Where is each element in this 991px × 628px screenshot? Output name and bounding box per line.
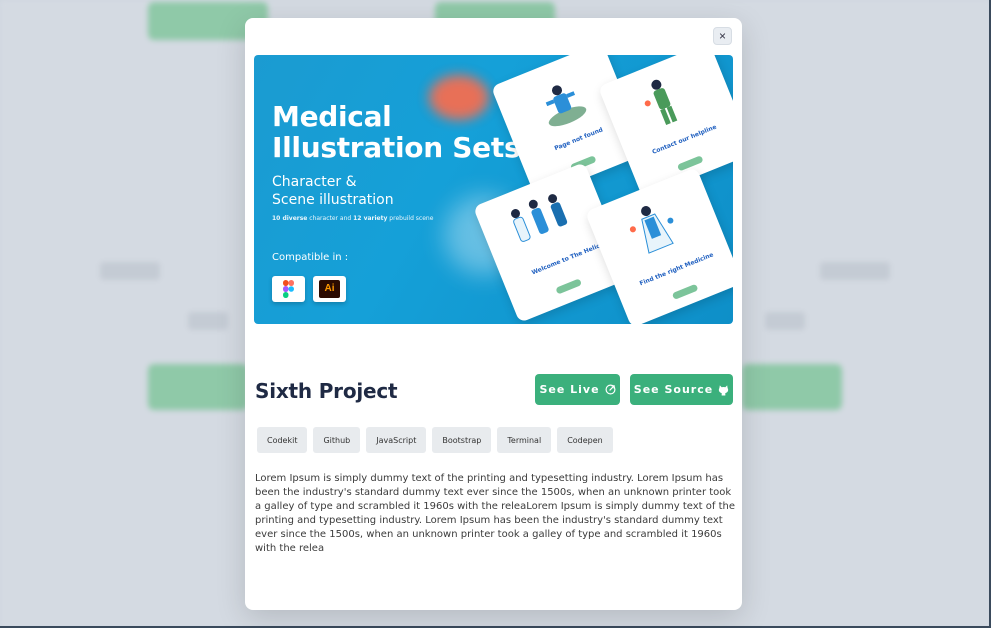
see-live-button[interactable]: See Live	[535, 374, 620, 405]
tag-chip: JavaScript	[366, 427, 427, 453]
banner-subtitle-line2: Scene illustration	[272, 192, 394, 208]
illustrator-icon: Ai	[313, 276, 346, 302]
background-button	[148, 364, 248, 410]
banner-compatible-label: Compatible in :	[272, 252, 349, 263]
nurse-illustration-icon	[644, 79, 678, 126]
banner-small-end: prebuild scene	[387, 215, 434, 222]
see-source-button[interactable]: See Source	[630, 374, 733, 405]
background-chip	[765, 312, 805, 330]
medical-team-illustration-icon	[511, 194, 568, 242]
screen-button	[555, 278, 583, 295]
project-title: Sixth Project	[255, 379, 398, 403]
banner-small-text: 10 diverse character and 12 variety preb…	[272, 215, 433, 222]
banner-subtitle: Character & Scene illustration	[272, 173, 394, 209]
external-link-icon	[605, 384, 616, 395]
background-button	[742, 364, 842, 410]
github-icon	[719, 384, 729, 395]
illustrator-label: Ai	[319, 280, 340, 298]
see-source-label: See Source	[633, 383, 714, 396]
banner-subtitle-line1: Character &	[272, 174, 357, 190]
banner-small-bold2: 12 variety	[353, 215, 388, 222]
tag-chip: Codekit	[257, 427, 308, 453]
close-icon: ×	[718, 29, 726, 43]
project-modal: × Medical Illustration Sets Character & …	[245, 18, 742, 610]
pharmacist-illustration-icon	[629, 206, 674, 254]
see-live-label: See Live	[539, 383, 600, 396]
banner-title-line2: Illustration Sets	[272, 131, 521, 164]
tag-chip: Bootstrap	[432, 427, 492, 453]
background-chip	[188, 312, 228, 330]
banner-small-bold1: 10 diverse	[272, 215, 308, 222]
tag-list: Codekit Github JavaScript Bootstrap Term…	[257, 427, 613, 453]
banner-small-mid: character and	[307, 215, 354, 222]
banner-title: Medical Illustration Sets	[272, 100, 521, 164]
background-chip	[820, 262, 890, 280]
tag-chip: Codepen	[557, 427, 613, 453]
project-description: Lorem Ipsum is simply dummy text of the …	[255, 473, 735, 554]
close-button[interactable]: ×	[713, 27, 732, 45]
phone-mockup: Contact our helpline	[597, 55, 733, 199]
doctor-illustration-icon	[545, 85, 587, 127]
background-chip	[100, 262, 160, 280]
phone-mockup: Find the right Medicine	[584, 167, 733, 324]
figma-icon	[272, 276, 305, 302]
tag-chip: Github	[313, 427, 361, 453]
project-banner-image: Medical Illustration Sets Character & Sc…	[254, 55, 733, 324]
banner-title-line1: Medical	[272, 100, 392, 133]
tag-chip: Terminal	[497, 427, 552, 453]
screen-button	[671, 283, 699, 300]
